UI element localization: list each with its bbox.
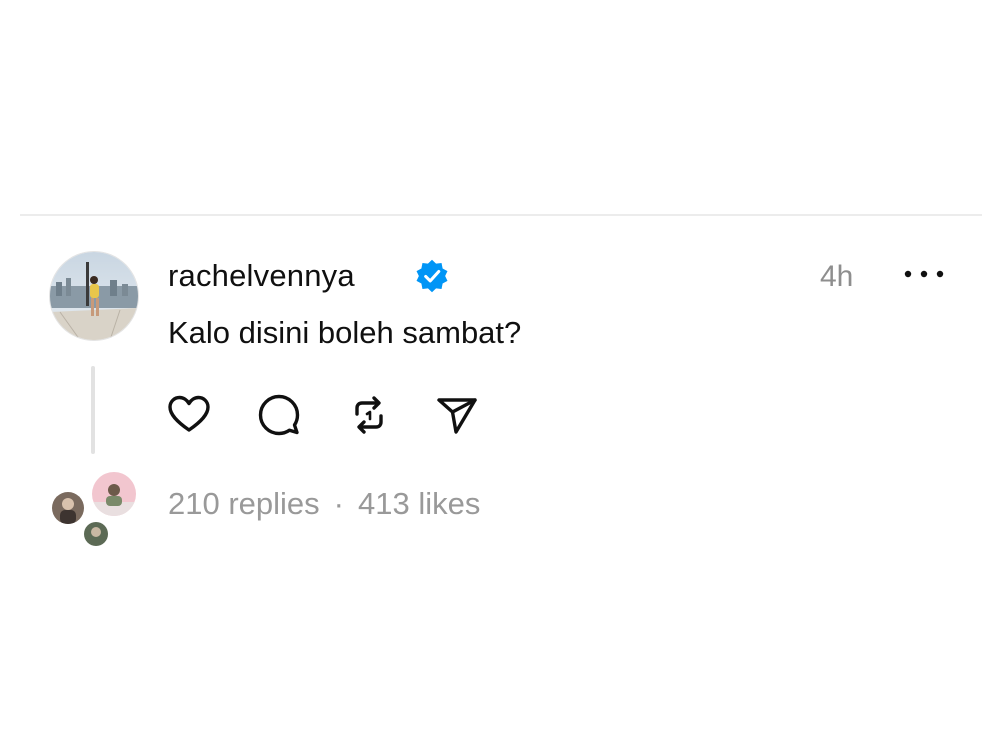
more-horizontal-icon — [904, 270, 944, 278]
verified-badge-icon — [414, 258, 450, 294]
more-options-button[interactable] — [900, 262, 948, 286]
thread-connector-line — [91, 366, 95, 454]
comment-bubble-icon — [258, 394, 300, 436]
send-icon — [437, 398, 477, 434]
replier-avatar — [90, 470, 138, 518]
repost-icon — [355, 396, 383, 434]
likes-count-link[interactable]: 413 likes — [358, 486, 480, 521]
share-button[interactable] — [434, 392, 480, 438]
replier-avatar — [50, 490, 86, 526]
comment-button[interactable] — [256, 392, 302, 438]
repost-button[interactable] — [346, 392, 392, 438]
post-text: Kalo disini boleh sambat? — [168, 315, 522, 350]
thread-post: rachelvennya 4h Kalo disini boleh sambat… — [0, 0, 1000, 750]
avatar-photo — [50, 252, 138, 340]
stats-separator: · — [333, 486, 344, 521]
author-avatar[interactable] — [50, 252, 138, 340]
like-button[interactable] — [166, 392, 212, 438]
replier-avatar — [82, 520, 110, 548]
post-stats: 210 replies · 413 likes — [168, 486, 480, 522]
heart-icon — [168, 395, 210, 432]
post-timestamp: 4h — [820, 260, 854, 293]
author-username[interactable]: rachelvennya — [168, 258, 355, 294]
replies-count-link[interactable]: 210 replies — [168, 486, 320, 521]
